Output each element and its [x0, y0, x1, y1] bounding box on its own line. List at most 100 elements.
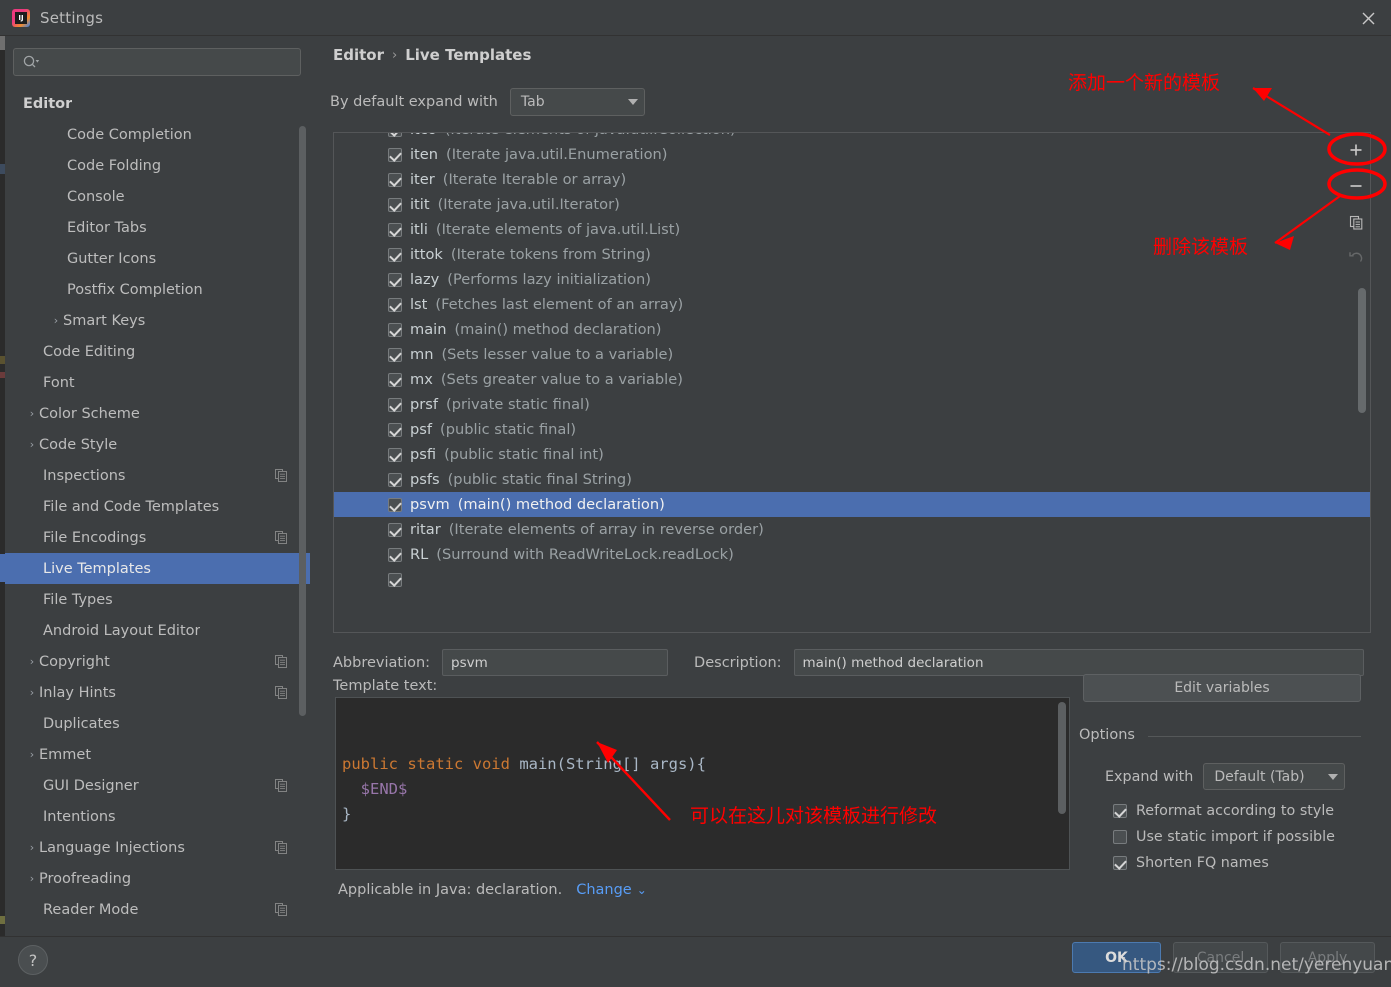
template-row[interactable]	[334, 567, 1370, 592]
template-enabled-checkbox[interactable]	[388, 133, 402, 137]
sidebar-scrollbar[interactable]	[299, 126, 306, 716]
sidebar-item-code-completion[interactable]: Code Completion	[5, 119, 310, 150]
template-enabled-checkbox[interactable]	[388, 372, 402, 387]
cancel-button[interactable]: Cancel	[1173, 942, 1268, 973]
template-row[interactable]: ritar (Iterate elements of array in rever…	[334, 517, 1370, 542]
copy-template-button[interactable]	[1336, 204, 1376, 240]
template-row[interactable]: psvm (main() method declaration)	[334, 492, 1370, 517]
template-enabled-checkbox[interactable]	[388, 272, 402, 287]
change-chevron-down-icon[interactable]: ⌄	[637, 883, 647, 897]
template-enabled-checkbox[interactable]	[388, 522, 402, 537]
sidebar-item-code-editing[interactable]: Code Editing	[5, 336, 310, 367]
sidebar-item-android-layout-editor[interactable]: Android Layout Editor	[5, 615, 310, 646]
template-row[interactable]: mx (Sets greater value to a variable)	[334, 367, 1370, 392]
close-icon[interactable]	[1345, 0, 1391, 36]
search-box[interactable]	[13, 48, 301, 76]
template-enabled-checkbox[interactable]	[388, 197, 402, 212]
sidebar-item-smart-keys[interactable]: › Smart Keys	[5, 305, 310, 336]
option-checkbox-row[interactable]: Reformat according to style	[1113, 798, 1335, 824]
change-link[interactable]: Change	[576, 882, 632, 898]
template-enabled-checkbox[interactable]	[388, 472, 402, 487]
sidebar-item-duplicates[interactable]: Duplicates	[5, 708, 310, 739]
chevron-right-icon[interactable]: ›	[25, 842, 39, 853]
template-row[interactable]: itli (Iterate elements of java.util.List)	[334, 217, 1370, 242]
template-enabled-checkbox[interactable]	[388, 422, 402, 437]
sidebar-item-code-folding[interactable]: Code Folding	[5, 150, 310, 181]
breadcrumb-root[interactable]: Editor	[333, 46, 384, 64]
description-input[interactable]	[793, 649, 1364, 676]
template-enabled-checkbox[interactable]	[388, 497, 402, 512]
template-row[interactable]: psfi (public static final int)	[334, 442, 1370, 467]
sidebar-item-language-injections[interactable]: › Language Injections	[5, 832, 310, 863]
templates-list[interactable]: itco (Iterate elements of java.util.Colle…	[333, 132, 1371, 633]
template-editor-scrollbar[interactable]	[1058, 702, 1066, 814]
sidebar-item-file-and-code-templates[interactable]: File and Code Templates	[5, 491, 310, 522]
search-input[interactable]	[40, 53, 292, 71]
template-enabled-checkbox[interactable]	[388, 397, 402, 412]
sidebar-item-reader-mode[interactable]: Reader Mode	[5, 894, 310, 925]
chevron-right-icon[interactable]: ›	[25, 408, 39, 419]
template-enabled-checkbox[interactable]	[388, 172, 402, 187]
sidebar-item-inspections[interactable]: Inspections	[5, 460, 310, 491]
option-checkbox-row[interactable]: Use static import if possible	[1113, 824, 1335, 850]
expand-with-select[interactable]: Default (Tab)	[1203, 763, 1346, 790]
option-checkbox[interactable]	[1113, 804, 1127, 818]
template-enabled-checkbox[interactable]	[388, 322, 402, 337]
templates-list-scrollbar[interactable]	[1358, 288, 1366, 413]
sidebar-item-live-templates[interactable]: Live Templates	[5, 553, 310, 584]
chevron-right-icon[interactable]: ›	[25, 873, 39, 884]
sidebar-item-console[interactable]: Console	[5, 181, 310, 212]
template-row[interactable]: lst (Fetches last element of an array)	[334, 292, 1370, 317]
option-checkbox-row[interactable]: Shorten FQ names	[1113, 850, 1335, 876]
template-row[interactable]: main (main() method declaration)	[334, 317, 1370, 342]
sidebar-item-file-types[interactable]: File Types	[5, 584, 310, 615]
chevron-right-icon[interactable]: ›	[49, 315, 63, 326]
template-row[interactable]: iter (Iterate Iterable or array)	[334, 167, 1370, 192]
sidebar-item-file-encodings[interactable]: File Encodings	[5, 522, 310, 553]
template-row[interactable]: psf (public static final)	[334, 417, 1370, 442]
option-checkbox[interactable]	[1113, 830, 1127, 844]
template-enabled-checkbox[interactable]	[388, 147, 402, 162]
apply-button[interactable]: Apply	[1280, 942, 1375, 973]
sidebar-item-inlay-hints[interactable]: › Inlay Hints	[5, 677, 310, 708]
default-expand-select[interactable]: Tab	[509, 88, 645, 116]
sidebar-item-postfix-completion[interactable]: Postfix Completion	[5, 274, 310, 305]
sidebar-item-code-style[interactable]: › Code Style	[5, 429, 310, 460]
add-template-button[interactable]	[1336, 132, 1376, 168]
template-text-editor[interactable]: public static void main(String[] args){ …	[335, 697, 1070, 870]
revert-template-button[interactable]	[1336, 240, 1376, 276]
sidebar-item-editor-tabs[interactable]: Editor Tabs	[5, 212, 310, 243]
chevron-right-icon[interactable]: ›	[25, 687, 39, 698]
template-enabled-checkbox[interactable]	[388, 347, 402, 362]
template-row[interactable]: RL (Surround with ReadWriteLock.readLock)	[334, 542, 1370, 567]
template-row[interactable]: lazy (Performs lazy initialization)	[334, 267, 1370, 292]
edit-variables-button[interactable]: Edit variables	[1083, 674, 1361, 702]
template-enabled-checkbox[interactable]	[388, 222, 402, 237]
template-row[interactable]: ittok (Iterate tokens from String)	[334, 242, 1370, 267]
sidebar-item-proofreading[interactable]: › Proofreading	[5, 863, 310, 894]
chevron-right-icon[interactable]: ›	[25, 749, 39, 760]
template-enabled-checkbox[interactable]	[388, 547, 402, 562]
sidebar-item-font[interactable]: Font	[5, 367, 310, 398]
option-checkbox[interactable]	[1113, 856, 1127, 870]
abbreviation-input[interactable]	[442, 649, 669, 676]
template-enabled-checkbox[interactable]	[388, 297, 402, 312]
remove-template-button[interactable]	[1336, 168, 1376, 204]
sidebar-item-emmet[interactable]: › Emmet	[5, 739, 310, 770]
sidebar-item-color-scheme[interactable]: › Color Scheme	[5, 398, 310, 429]
sidebar-item-editor[interactable]: Editor	[5, 88, 310, 119]
chevron-right-icon[interactable]: ›	[25, 656, 39, 667]
chevron-right-icon[interactable]: ›	[25, 439, 39, 450]
sidebar-item-copyright[interactable]: › Copyright	[5, 646, 310, 677]
sidebar-item-intentions[interactable]: Intentions	[5, 801, 310, 832]
template-row[interactable]: prsf (private static final)	[334, 392, 1370, 417]
template-enabled-checkbox[interactable]	[388, 247, 402, 262]
sidebar-item-gutter-icons[interactable]: Gutter Icons	[5, 243, 310, 274]
template-row[interactable]: mn (Sets lesser value to a variable)	[334, 342, 1370, 367]
template-enabled-checkbox[interactable]	[388, 572, 402, 587]
template-row[interactable]: itco (Iterate elements of java.util.Colle…	[334, 133, 1370, 142]
sidebar-item-gui-designer[interactable]: GUI Designer	[5, 770, 310, 801]
template-enabled-checkbox[interactable]	[388, 447, 402, 462]
template-row[interactable]: itit (Iterate java.util.Iterator)	[334, 192, 1370, 217]
template-row[interactable]: iten (Iterate java.util.Enumeration)	[334, 142, 1370, 167]
